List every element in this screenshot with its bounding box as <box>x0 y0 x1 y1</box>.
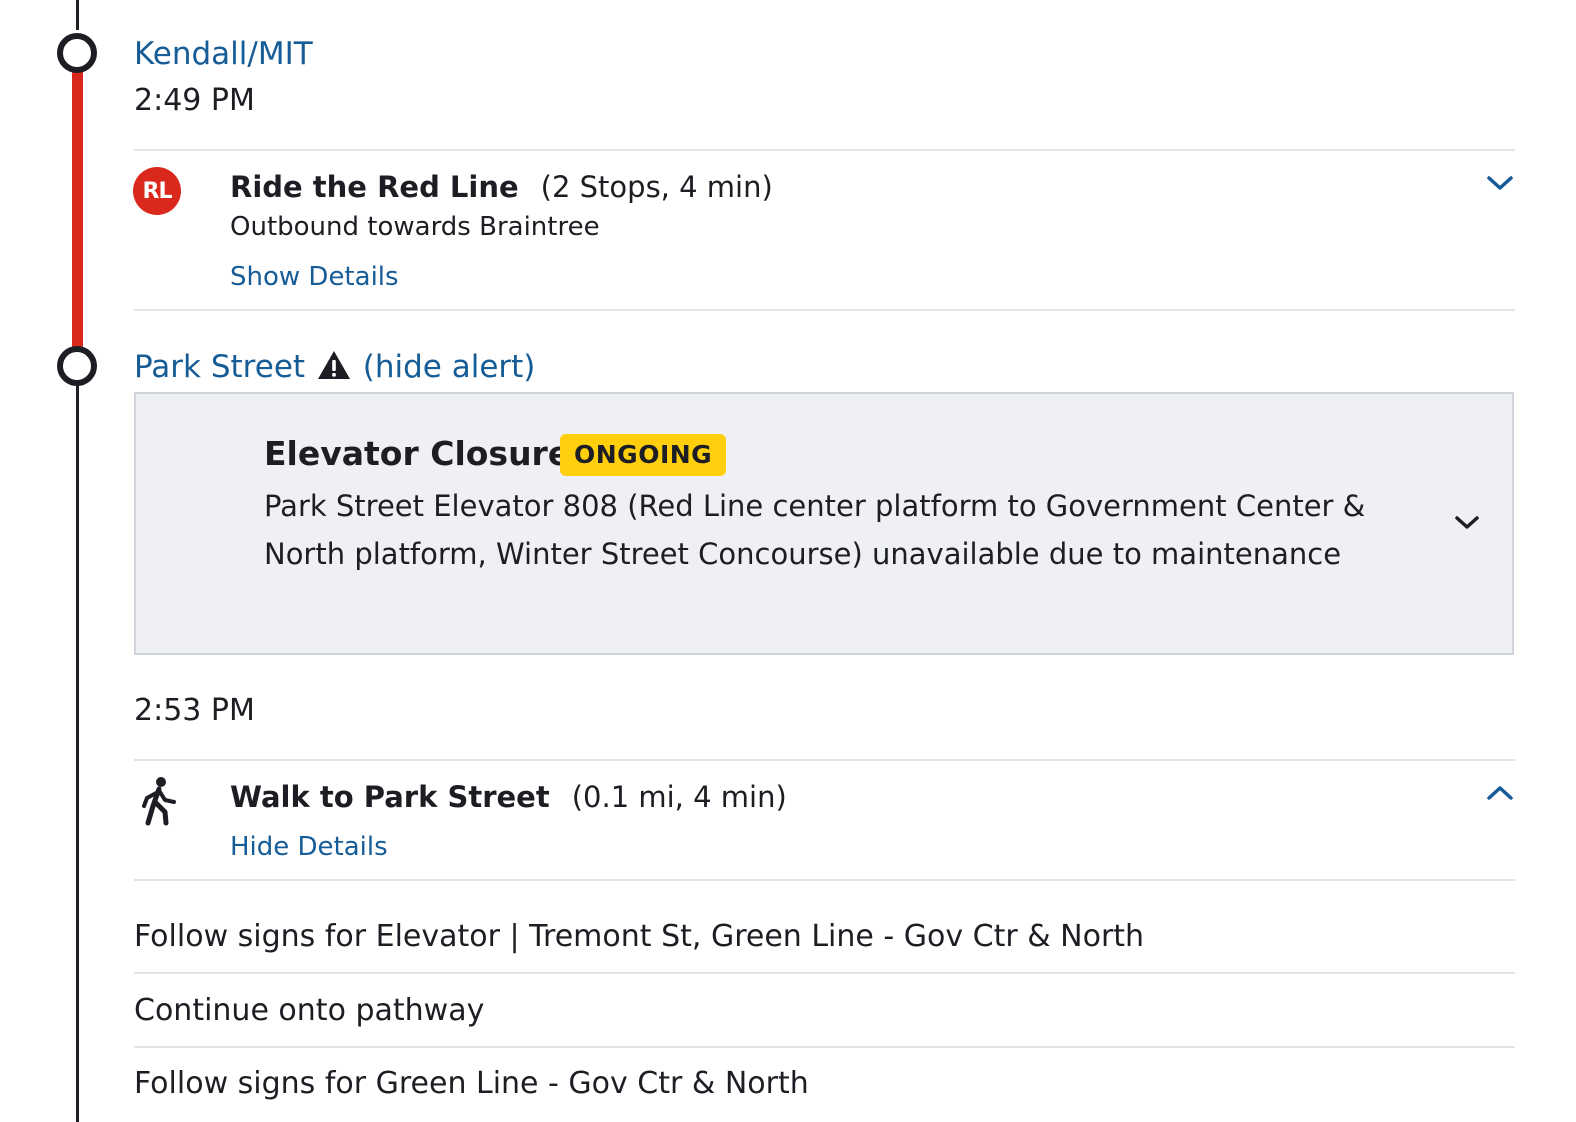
divider <box>134 1046 1515 1048</box>
divider <box>134 972 1515 974</box>
chevron-down-icon[interactable] <box>1485 172 1515 194</box>
leg-meta: (0.1 mi, 4 min) <box>571 780 787 814</box>
status-badge: ONGOING <box>560 434 727 476</box>
stop-time-park-street: 2:53 PM <box>134 693 255 728</box>
leg-title-red-line: Ride the Red Line (2 Stops, 4 min) <box>230 167 773 207</box>
alert-title: Elevator Closure <box>264 434 571 473</box>
divider <box>134 309 1515 311</box>
warning-triangle-icon <box>317 351 350 379</box>
red-line-rail <box>72 70 83 350</box>
stop-time-kendall: 2:49 PM <box>134 83 255 118</box>
direction-step: Follow signs for Green Line - Gov Ctr & … <box>134 1066 809 1101</box>
divider <box>134 149 1515 151</box>
stop-marker-kendall <box>57 33 97 73</box>
timeline-rail-top <box>76 0 79 30</box>
leg-title-text: Ride the Red Line <box>230 170 519 204</box>
chevron-up-icon[interactable] <box>1485 782 1515 804</box>
walk-icon <box>142 777 176 826</box>
stop-link-kendall[interactable]: Kendall/MIT <box>134 34 313 74</box>
alert-description: Park Street Elevator 808 (Red Line cente… <box>264 489 1366 571</box>
divider <box>134 759 1515 761</box>
stop-header-park-street: Park Street (hide alert) <box>134 347 535 387</box>
hide-details-link[interactable]: Hide Details <box>230 830 388 864</box>
hide-alert-link[interactable]: (hide alert) <box>363 349 536 385</box>
red-line-badge-icon: RL <box>133 167 181 215</box>
leg-meta: (2 Stops, 4 min) <box>540 170 773 204</box>
direction-step: Continue onto pathway <box>134 993 485 1028</box>
alert-card[interactable]: Elevator Closure ONGOING Park Street Ele… <box>134 392 1514 655</box>
show-details-link[interactable]: Show Details <box>230 260 399 294</box>
divider <box>134 879 1515 881</box>
direction-step: Follow signs for Elevator | Tremont St, … <box>134 919 1145 954</box>
leg-direction: Outbound towards Braintree <box>230 212 600 242</box>
stop-link-park-street[interactable]: Park Street <box>134 349 305 385</box>
timeline-rail-bottom <box>76 380 79 1122</box>
leg-title-walk: Walk to Park Street (0.1 mi, 4 min) <box>230 777 787 817</box>
chevron-down-icon[interactable] <box>1452 512 1482 534</box>
stop-marker-park-street <box>57 346 97 386</box>
leg-title-text: Walk to Park Street <box>230 780 550 814</box>
